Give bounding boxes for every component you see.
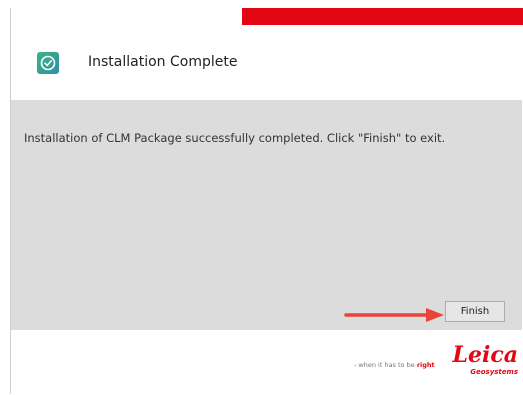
brand-tagline: - when it has to be right	[354, 361, 435, 369]
brand-accent-bar	[242, 8, 523, 25]
dialog-title: Installation Complete	[88, 54, 238, 70]
message-panel: Installation of CLM Package successfully…	[11, 100, 522, 330]
leica-logo: Leica Geosystems	[448, 343, 518, 383]
logo-subtitle: Geosystems	[470, 368, 518, 376]
check-circle-icon	[37, 52, 59, 74]
finish-button[interactable]: Finish	[445, 301, 505, 322]
annotation-arrow-icon	[344, 308, 444, 322]
tagline-emphasis: right	[416, 361, 435, 369]
dialog-header: Installation Complete	[11, 25, 522, 100]
logo-wordmark: Leica	[452, 342, 518, 368]
tagline-prefix: - when it has to be	[354, 361, 415, 369]
completion-message: Installation of CLM Package successfully…	[24, 131, 446, 145]
dialog-footer: - when it has to be right Leica Geosyste…	[11, 330, 522, 394]
